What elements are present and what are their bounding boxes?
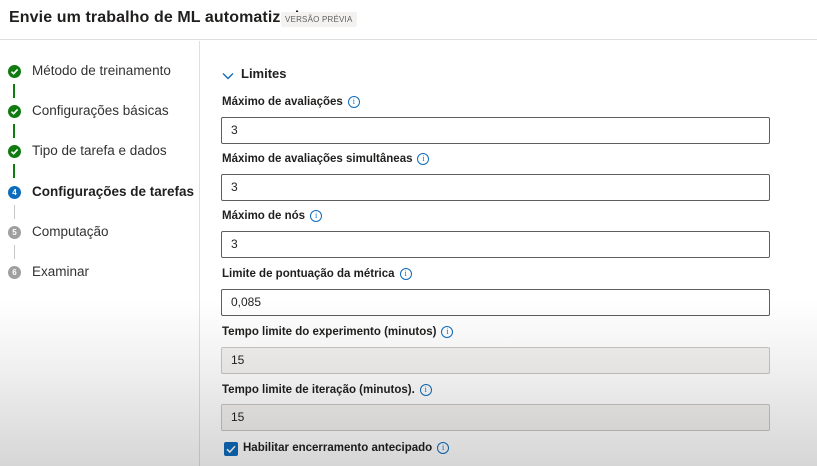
check-circle-icon (8, 105, 21, 118)
step-label: Configurações básicas (32, 103, 169, 118)
info-icon[interactable]: i (310, 210, 323, 222)
step-label: Configurações de tarefas (32, 184, 195, 199)
wizard-steps-panel: Método de treinamento Configurações bási… (0, 41, 200, 466)
step-label: Computação (32, 224, 109, 239)
step-number-icon: 5 (8, 226, 21, 239)
info-icon[interactable]: i (441, 326, 454, 338)
info-icon[interactable]: i (347, 96, 360, 108)
page-header: Envie um trabalho de ML automatizado VER… (0, 0, 817, 40)
chevron-down-icon (222, 68, 234, 86)
preview-badge: VERSÃO PRÉVIA (281, 12, 357, 27)
step-connector (13, 164, 15, 178)
step-connector (14, 245, 15, 259)
info-icon[interactable]: i (437, 442, 450, 454)
check-circle-icon (8, 145, 21, 158)
step-connector (14, 205, 15, 219)
info-icon[interactable]: i (417, 153, 430, 165)
experiment-timeout-label: Tempo limite do experimento (minutos) i (222, 326, 454, 338)
step-label: Método de treinamento (32, 63, 171, 78)
iteration-timeout-input: 15 (221, 404, 770, 431)
step-number-icon: 6 (8, 266, 21, 279)
max-nodes-input[interactable]: 3 (221, 231, 770, 258)
max-concurrent-trials-input[interactable]: 3 (221, 174, 770, 201)
max-trials-label: Máximo de avaliações i (222, 96, 360, 108)
step-connector (13, 84, 15, 98)
early-termination-label: Habilitar encerramento antecipado i (243, 442, 450, 454)
experiment-timeout-input: 15 (221, 347, 770, 374)
max-concurrent-trials-label: Máximo de avaliações simultâneas i (222, 153, 430, 165)
step-number-icon: 4 (8, 186, 21, 199)
check-circle-icon (8, 65, 21, 78)
section-title: Limites (241, 66, 287, 81)
max-trials-input[interactable]: 3 (221, 117, 770, 144)
early-termination-checkbox[interactable] (224, 442, 238, 456)
step-connector (13, 124, 15, 138)
info-icon[interactable]: i (399, 268, 412, 280)
page-title: Envie um trabalho de ML automatizado (9, 9, 310, 26)
max-nodes-label: Máximo de nós i (222, 210, 323, 222)
metric-score-threshold-label: Limite de pontuação da métrica i (222, 268, 412, 280)
info-icon[interactable]: i (419, 384, 432, 396)
metric-score-threshold-input[interactable]: 0,085 (221, 289, 770, 316)
step-label: Tipo de tarefa e dados (32, 143, 167, 158)
step-label: Examinar (32, 264, 90, 279)
iteration-timeout-label: Tempo limite de iteração (minutos). i (222, 384, 432, 396)
